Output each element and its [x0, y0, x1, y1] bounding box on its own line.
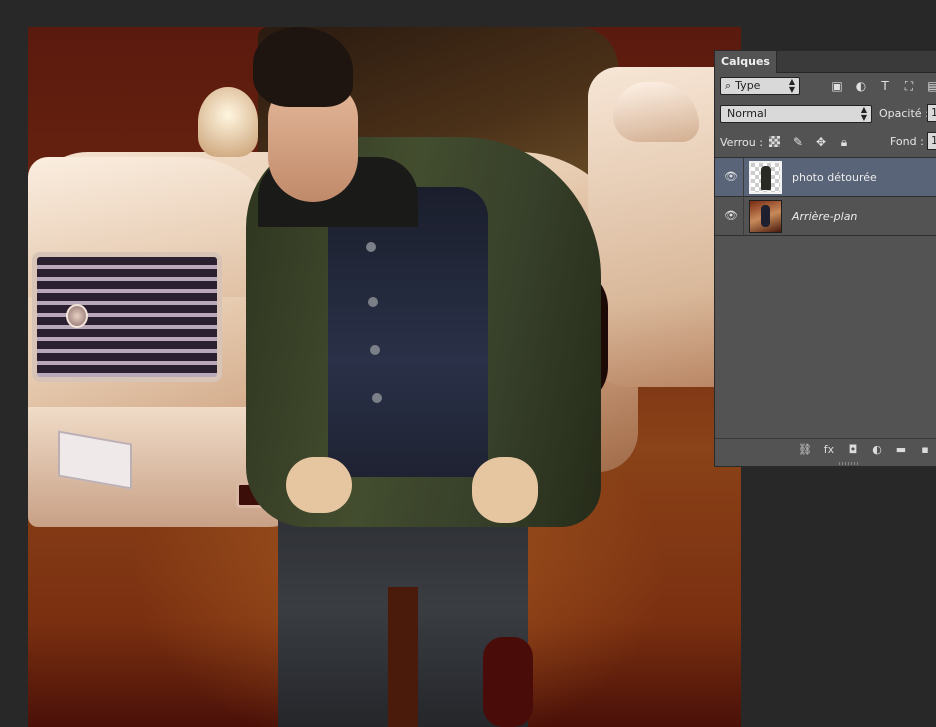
- new-group-folder-icon[interactable]: ▬: [894, 443, 908, 457]
- shape-filter-icon[interactable]: ⛶: [901, 78, 917, 94]
- opacity-field[interactable]: 10: [927, 104, 936, 122]
- lock-pixels-brush-icon[interactable]: ✎: [790, 134, 806, 150]
- layer-thumbnail: [749, 200, 782, 233]
- layer-row-photo-detouree[interactable]: 👁︎ photo détourée: [715, 158, 936, 197]
- document-canvas[interactable]: [28, 27, 741, 727]
- car-light: [198, 87, 258, 157]
- visibility-divider: [743, 158, 744, 196]
- updown-arrows-icon: ▲ ▼: [788, 77, 795, 94]
- person-denim-shirt: [328, 187, 488, 477]
- panel-tabbar: Calques: [715, 51, 936, 73]
- car-emblem: [66, 304, 88, 328]
- person-shoe: [483, 637, 533, 727]
- shirt-button: [370, 345, 380, 355]
- layer-row-arriere-plan[interactable]: 👁︎ Arrière-plan: [715, 197, 936, 236]
- new-layer-icon[interactable]: ▪: [918, 443, 932, 457]
- opacity-label: Opacité :: [879, 107, 929, 120]
- lock-icons: ✎ ✥ 🔒︎: [767, 134, 852, 150]
- car-grille: [32, 252, 222, 382]
- search-icon: ⌕: [725, 79, 732, 92]
- resize-grip[interactable]: [839, 462, 859, 465]
- shirt-button: [366, 242, 376, 252]
- lock-transparency-icon[interactable]: [767, 134, 783, 150]
- shirt-button: [372, 393, 382, 403]
- lock-position-move-icon[interactable]: ✥: [813, 134, 829, 150]
- layer-list: 👁︎ photo détourée 👁︎ Arrière-plan: [715, 157, 936, 236]
- person-left-hand: [286, 457, 352, 513]
- layer-name[interactable]: Arrière-plan: [792, 210, 857, 223]
- blend-mode-select[interactable]: Normal ▲ ▼: [720, 105, 872, 123]
- person-right-hand: [472, 457, 538, 523]
- layer-name[interactable]: photo détourée: [792, 171, 877, 184]
- blend-mode-value: Normal: [727, 107, 767, 120]
- tab-calques[interactable]: Calques: [715, 51, 777, 73]
- shirt-button: [368, 297, 378, 307]
- visibility-divider: [743, 197, 744, 235]
- updown-arrows-icon: ▲ ▼: [860, 105, 867, 122]
- lock-all-padlock-icon[interactable]: 🔒︎: [836, 134, 852, 150]
- layers-panel: Calques ⌕ Type ▲ ▼ ▣ ◐ T ⛶ ▤ Normal ▲ ▼ Opa…: [714, 50, 936, 467]
- jeans-gap: [388, 587, 418, 727]
- layer-thumbnail: [749, 161, 782, 194]
- layer-filter-select[interactable]: ⌕ Type ▲ ▼: [720, 77, 800, 95]
- smart-object-filter-icon[interactable]: ▤: [925, 78, 936, 94]
- layers-panel-footer: ⛓ fx ◘ ◐ ▬ ▪: [715, 438, 936, 460]
- image-filter-icon[interactable]: ▣: [829, 78, 845, 94]
- eye-visibility-icon[interactable]: 👁︎: [724, 209, 738, 223]
- layer-style-fx-icon[interactable]: fx: [822, 443, 836, 457]
- footer-icons: ⛓ fx ◘ ◐ ▬ ▪: [798, 443, 932, 457]
- adjustment-filter-icon[interactable]: ◐: [853, 78, 869, 94]
- filter-icons: ▣ ◐ T ⛶ ▤: [829, 78, 936, 94]
- fill-field[interactable]: 10: [927, 132, 936, 150]
- type-filter-icon[interactable]: T: [877, 78, 893, 94]
- fill-label: Fond :: [890, 135, 924, 148]
- link-layers-icon[interactable]: ⛓: [798, 443, 812, 457]
- add-mask-icon[interactable]: ◘: [846, 443, 860, 457]
- lock-label: Verrou :: [720, 136, 763, 149]
- eye-visibility-icon[interactable]: 👁︎: [724, 170, 738, 184]
- layer-filter-value: Type: [735, 79, 761, 92]
- adjustment-layer-icon[interactable]: ◐: [870, 443, 884, 457]
